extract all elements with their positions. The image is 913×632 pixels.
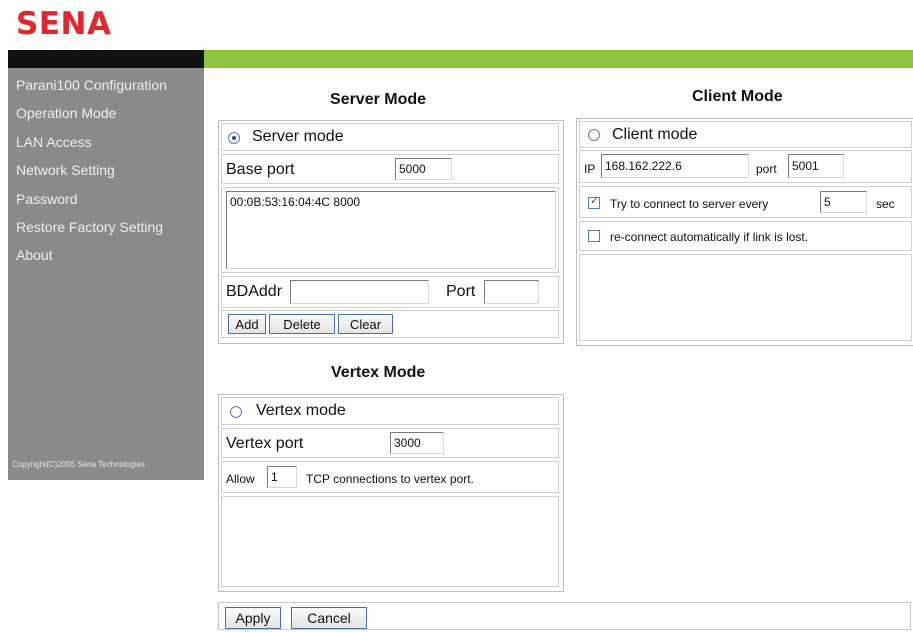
- vertex-mode-radio-row: Vertex mode: [221, 397, 559, 425]
- allow-suffix-label: TCP connections to vertex port.: [306, 472, 474, 486]
- client-mode-radio-row: Client mode: [579, 121, 912, 148]
- ip-input[interactable]: [601, 154, 749, 178]
- allow-label: Allow: [226, 472, 255, 486]
- sidebar-item-network-setting[interactable]: Network Setting: [16, 162, 115, 178]
- client-port-label: port: [756, 162, 777, 176]
- header-bar-green: [204, 50, 913, 68]
- bdaddr-label: BDAddr: [226, 283, 283, 300]
- retry-label: Try to connect to server every: [610, 197, 769, 211]
- retry-unit-label: sec: [876, 197, 895, 211]
- sidebar-item-restore-factory-setting[interactable]: Restore Factory Setting: [16, 219, 163, 235]
- retry-interval-input[interactable]: [820, 191, 867, 213]
- port-label: Port: [446, 283, 476, 300]
- base-port-input[interactable]: [395, 158, 452, 180]
- allow-row: Allow TCP connections to vertex port.: [221, 461, 559, 493]
- retry-row: ✓ Try to connect to server every sec: [579, 186, 912, 218]
- retry-checkbox[interactable]: ✓: [588, 195, 600, 209]
- vertex-mode-title: Vertex Mode: [331, 364, 426, 381]
- server-mode-label: Server mode: [252, 128, 344, 145]
- vertex-port-input[interactable]: [390, 432, 444, 454]
- client-mode-title: Client Mode: [692, 88, 783, 105]
- vertex-empty-row: [221, 496, 559, 587]
- sidebar-item-password[interactable]: Password: [16, 191, 77, 207]
- radio-selected-dot: [232, 136, 236, 140]
- copyright-text: Copyright(C)2005 Sena Technologies: [12, 460, 145, 469]
- port-input[interactable]: [484, 280, 539, 304]
- vertex-mode-radio[interactable]: [230, 406, 242, 418]
- server-buttons-row: Add Delete Clear: [221, 310, 559, 338]
- server-mode-radio-row: Server mode: [221, 123, 559, 151]
- clear-button[interactable]: Clear: [338, 314, 393, 334]
- client-port-input[interactable]: [788, 154, 844, 178]
- client-ip-row: IP port: [579, 150, 912, 183]
- server-mode-title: Server Mode: [330, 91, 427, 108]
- client-mode-radio[interactable]: [588, 129, 600, 141]
- bdaddr-row: BDAddr Port: [221, 276, 559, 308]
- sidebar-item-operation-mode[interactable]: Operation Mode: [16, 105, 116, 121]
- server-list-box[interactable]: 00:0B:53:16:04:4C 8000: [226, 191, 556, 269]
- client-mode-panel: Client mode IP port ✓ Try to connect to …: [576, 118, 913, 346]
- sidebar-item-lan-access[interactable]: LAN Access: [16, 134, 91, 150]
- cancel-button[interactable]: Cancel: [291, 607, 367, 629]
- client-empty-row: [579, 254, 912, 341]
- sidebar-item-parani100-configuration[interactable]: Parani100 Configuration: [16, 77, 167, 93]
- reconnect-row: re-connect automatically if link is lost…: [579, 221, 912, 251]
- add-button[interactable]: Add: [228, 314, 266, 334]
- allow-count-input[interactable]: [267, 466, 297, 488]
- checkmark-icon: ✓: [590, 195, 600, 207]
- client-mode-label: Client mode: [612, 126, 698, 143]
- sidebar: Parani100 Configuration Operation Mode L…: [8, 68, 204, 480]
- reconnect-checkbox[interactable]: [588, 230, 600, 242]
- ip-label: IP: [584, 162, 596, 176]
- server-list-row: 00:0B:53:16:04:4C 8000: [221, 187, 559, 273]
- base-port-row: Base port: [221, 154, 559, 184]
- vertex-port-label: Vertex port: [226, 435, 304, 452]
- sidebar-item-about[interactable]: About: [16, 247, 53, 263]
- footer-bar: Apply Cancel: [218, 602, 911, 630]
- sena-logo: SENA: [16, 6, 112, 42]
- apply-button[interactable]: Apply: [225, 607, 281, 629]
- server-mode-radio[interactable]: [228, 132, 240, 144]
- delete-button[interactable]: Delete: [269, 314, 335, 334]
- server-mode-panel: Server mode Base port 00:0B:53:16:04:4C …: [218, 120, 564, 344]
- vertex-mode-label: Vertex mode: [256, 402, 346, 419]
- reconnect-label: re-connect automatically if link is lost…: [610, 230, 809, 244]
- base-port-label: Base port: [226, 161, 295, 178]
- vertex-port-row: Vertex port: [221, 428, 559, 458]
- header-bar-dark: [8, 50, 204, 68]
- vertex-mode-panel: Vertex mode Vertex port Allow TCP connec…: [218, 394, 564, 592]
- bdaddr-input[interactable]: [290, 280, 429, 304]
